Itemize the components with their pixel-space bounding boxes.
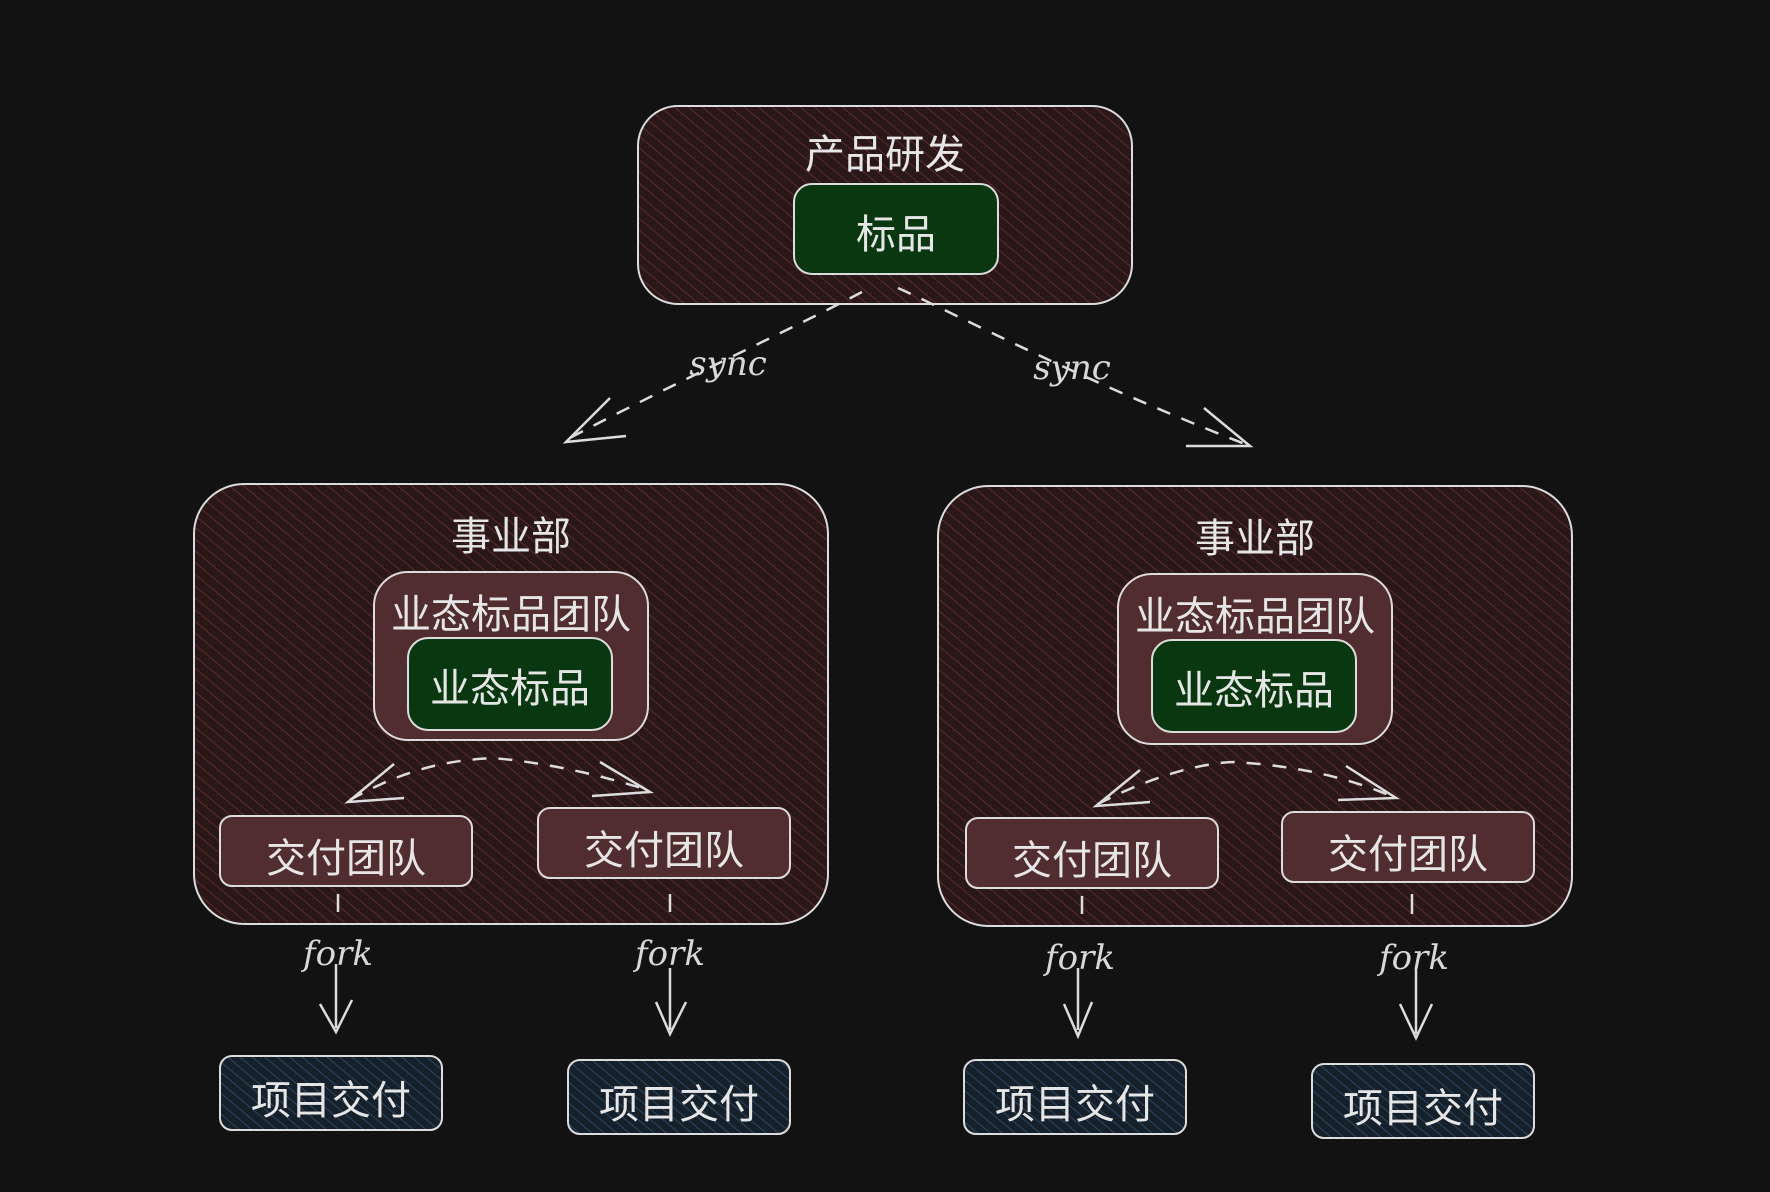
fork-label-3: fork: [1045, 938, 1115, 978]
fork-label-1: fork: [303, 934, 373, 974]
fork-label-4: fork: [1379, 938, 1449, 978]
project-label-2: 项目交付: [599, 1082, 759, 1128]
division-title-right: 事业部: [1195, 516, 1315, 562]
team-label-left: 业态标品团队: [391, 592, 631, 638]
fork-label-2: fork: [635, 934, 705, 974]
division-title-left: 事业部: [451, 514, 571, 560]
project-label-3: 项目交付: [995, 1082, 1155, 1128]
delivery-team-label-1: 交付团队: [266, 836, 426, 882]
sync-label-left: sync: [689, 344, 767, 384]
project-label-1: 项目交付: [251, 1078, 411, 1124]
sync-arrow-right-head: [1186, 407, 1254, 448]
project-label-4: 项目交付: [1343, 1086, 1503, 1132]
product-label-left: 业态标品: [430, 666, 590, 712]
team-label-right: 业态标品团队: [1135, 594, 1375, 640]
product-label-right: 业态标品: [1174, 668, 1334, 714]
top-product-label: 标品: [856, 212, 936, 258]
top-org-title: 产品研发: [805, 132, 965, 178]
sync-label-right: sync: [1033, 348, 1111, 388]
delivery-team-label-4: 交付团队: [1328, 832, 1488, 878]
delivery-team-label-3: 交付团队: [1012, 838, 1172, 884]
delivery-team-label-2: 交付团队: [584, 828, 744, 874]
